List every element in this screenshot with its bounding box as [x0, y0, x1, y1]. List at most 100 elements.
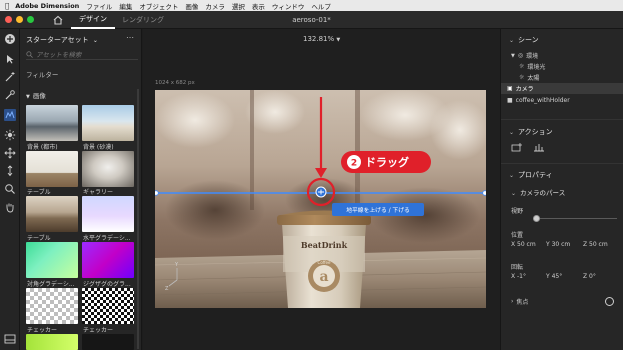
- position-z-field[interactable]: Z 50 cm: [583, 241, 608, 248]
- render-canvas[interactable]: BeatDrink a Coffee Y Z 2 ドラッグ 地平線を上げる / …: [155, 90, 486, 308]
- asset-label: チェッカー: [83, 327, 114, 334]
- menu-edit[interactable]: 編集: [119, 1, 132, 11]
- globe-icon: ◎: [517, 52, 524, 59]
- tab-render[interactable]: レンダリング: [118, 11, 168, 29]
- coffee-cup-model[interactable]: BeatDrink a Coffee: [277, 210, 371, 309]
- asset-thumb-lime[interactable]: [26, 334, 78, 350]
- scene-item-env-light[interactable]: ☼ 環境光: [519, 62, 545, 71]
- asset-thumb-gallery[interactable]: [82, 151, 134, 187]
- rotation-z-field[interactable]: Z 0°: [583, 273, 596, 280]
- close-window-button[interactable]: [5, 16, 12, 23]
- menu-file[interactable]: ファイル: [86, 1, 112, 11]
- asset-thumb-pattern[interactable]: [82, 334, 134, 350]
- tooltip-text: 地平線を上げる / 下げる: [346, 206, 410, 214]
- more-options-icon[interactable]: ⋯: [126, 33, 134, 42]
- chevron-down-icon: ⌄: [511, 190, 517, 197]
- focus-section-header[interactable]: › 焦点: [511, 297, 528, 306]
- zoom-level[interactable]: 132.81% ▼: [303, 35, 340, 43]
- horizon-tooltip: 地平線を上げる / 下げる: [332, 203, 424, 216]
- cup-logo-letter: a: [319, 269, 328, 285]
- asset-label: 背景 (都市): [27, 144, 58, 151]
- orbit-camera-tool-icon[interactable]: [4, 109, 16, 121]
- folder-icon: ■: [507, 97, 513, 104]
- chevron-down-icon: ▼: [336, 37, 341, 43]
- scene-preview: BeatDrink a Coffee Y Z 2 ドラッグ 地平線を上げる / …: [155, 90, 486, 308]
- menu-app-name[interactable]: Adobe Dimension: [15, 2, 79, 10]
- minimize-window-button[interactable]: [16, 16, 23, 23]
- position-y-field[interactable]: Y 30 cm: [546, 241, 570, 248]
- menu-view[interactable]: 表示: [252, 1, 265, 11]
- asset-search-input[interactable]: アセットを検索: [26, 49, 138, 60]
- align-action-icon[interactable]: [533, 142, 545, 152]
- fov-label: 視野: [511, 208, 524, 215]
- assets-title[interactable]: スターターアセット ⌄: [26, 35, 98, 45]
- section-images-header[interactable]: ▼ 画像: [26, 90, 46, 100]
- chevron-down-icon: ⌄: [509, 37, 515, 44]
- assets-scrollbar[interactable]: [137, 89, 139, 349]
- menu-object[interactable]: オブジェクト: [139, 1, 178, 11]
- asset-thumb-checker-bw[interactable]: [82, 288, 134, 324]
- pan-tool-icon[interactable]: [4, 147, 16, 159]
- fov-slider-thumb[interactable]: [533, 215, 540, 222]
- canvas-dimensions: 1024 x 682 px: [155, 80, 195, 86]
- rotation-y-field[interactable]: Y 45°: [546, 273, 562, 280]
- fov-slider-track[interactable]: [537, 218, 617, 219]
- scene-item-sun[interactable]: ☼ 太陽: [519, 73, 539, 82]
- magic-wand-alt-icon[interactable]: [4, 89, 16, 101]
- asset-label: チェッカー: [27, 327, 58, 334]
- search-icon: [26, 50, 33, 58]
- actions-section-header[interactable]: ⌄ アクション: [509, 127, 553, 137]
- magic-wand-icon[interactable]: [4, 71, 16, 83]
- asset-thumb-checker[interactable]: [26, 288, 78, 324]
- scene-item-environment[interactable]: ▼ ◎ 環境: [511, 51, 538, 60]
- select-tool-icon[interactable]: [4, 53, 16, 65]
- menu-window[interactable]: ウィンドウ: [272, 1, 305, 11]
- window-controls: [5, 16, 34, 23]
- menu-camera[interactable]: カメラ: [205, 1, 225, 11]
- asset-thumb-city-bg[interactable]: [26, 105, 78, 141]
- asset-label: 背景 (砂漠): [83, 144, 114, 151]
- position-x-field[interactable]: X 50 cm: [511, 241, 536, 248]
- cup-logo-ring-text: Coffee: [318, 260, 331, 265]
- asset-thumb-diagonal-gradient[interactable]: [26, 242, 78, 278]
- asset-thumb-horizontal-gradient[interactable]: [82, 196, 134, 232]
- starter-assets-panel: スターターアセット ⌄ ⋯ アセットを検索 フィルター ▼ 画像 背景 (都市) …: [20, 29, 142, 350]
- zoom-icon[interactable]: [4, 183, 16, 195]
- asset-label: テーブル: [27, 189, 51, 196]
- chevron-down-icon: ▼: [26, 94, 30, 100]
- apple-icon[interactable]: : [5, 2, 9, 10]
- asset-label: 対角グラデーシ...: [27, 281, 75, 288]
- menubar:  Adobe Dimension ファイル 編集 オブジェクト 画像 カメラ …: [0, 0, 623, 11]
- hand-tool-icon[interactable]: [4, 201, 16, 213]
- asset-thumb-desert-bg[interactable]: [82, 105, 134, 141]
- asset-thumb-table-cafe[interactable]: [26, 196, 78, 232]
- camera-perspective-header[interactable]: ⌄ カメラのパース: [511, 187, 565, 197]
- asset-label: ジグザグのグラ...: [83, 281, 131, 288]
- add-action-icon[interactable]: [511, 142, 523, 152]
- home-icon[interactable]: [52, 14, 64, 26]
- chevron-right-icon: ›: [511, 298, 514, 305]
- menu-image[interactable]: 画像: [185, 1, 198, 11]
- light-icon: ☼: [519, 63, 525, 70]
- sun-icon: ☼: [519, 74, 525, 81]
- zoom-window-button[interactable]: [27, 16, 34, 23]
- brightness-icon[interactable]: [4, 129, 16, 141]
- asset-thumb-zigzag-gradient[interactable]: [82, 242, 134, 278]
- panel-toggle-icon[interactable]: [4, 333, 16, 345]
- camera-icon: ▣: [507, 85, 513, 92]
- asset-thumb-table[interactable]: [26, 151, 78, 187]
- scene-item-coffee[interactable]: ■ coffee_withHolder: [507, 97, 570, 104]
- chevron-down-icon: ▼: [511, 52, 515, 59]
- menu-select[interactable]: 選択: [232, 1, 245, 11]
- focus-toggle[interactable]: [605, 297, 614, 306]
- menu-help[interactable]: ヘルプ: [311, 1, 331, 11]
- properties-section-header[interactable]: ⌄ プロパティ: [509, 170, 553, 180]
- scene-section-header[interactable]: ⌄ シーン: [509, 35, 539, 45]
- rotation-x-field[interactable]: X -1°: [511, 273, 526, 280]
- add-content-icon[interactable]: [4, 33, 16, 45]
- position-label: 位置: [511, 232, 524, 239]
- dolly-tool-icon[interactable]: [4, 165, 16, 177]
- asset-label: テーブル: [27, 235, 51, 242]
- scene-item-camera[interactable]: ▣ カメラ: [507, 84, 534, 93]
- tab-design[interactable]: デザイン: [71, 11, 115, 29]
